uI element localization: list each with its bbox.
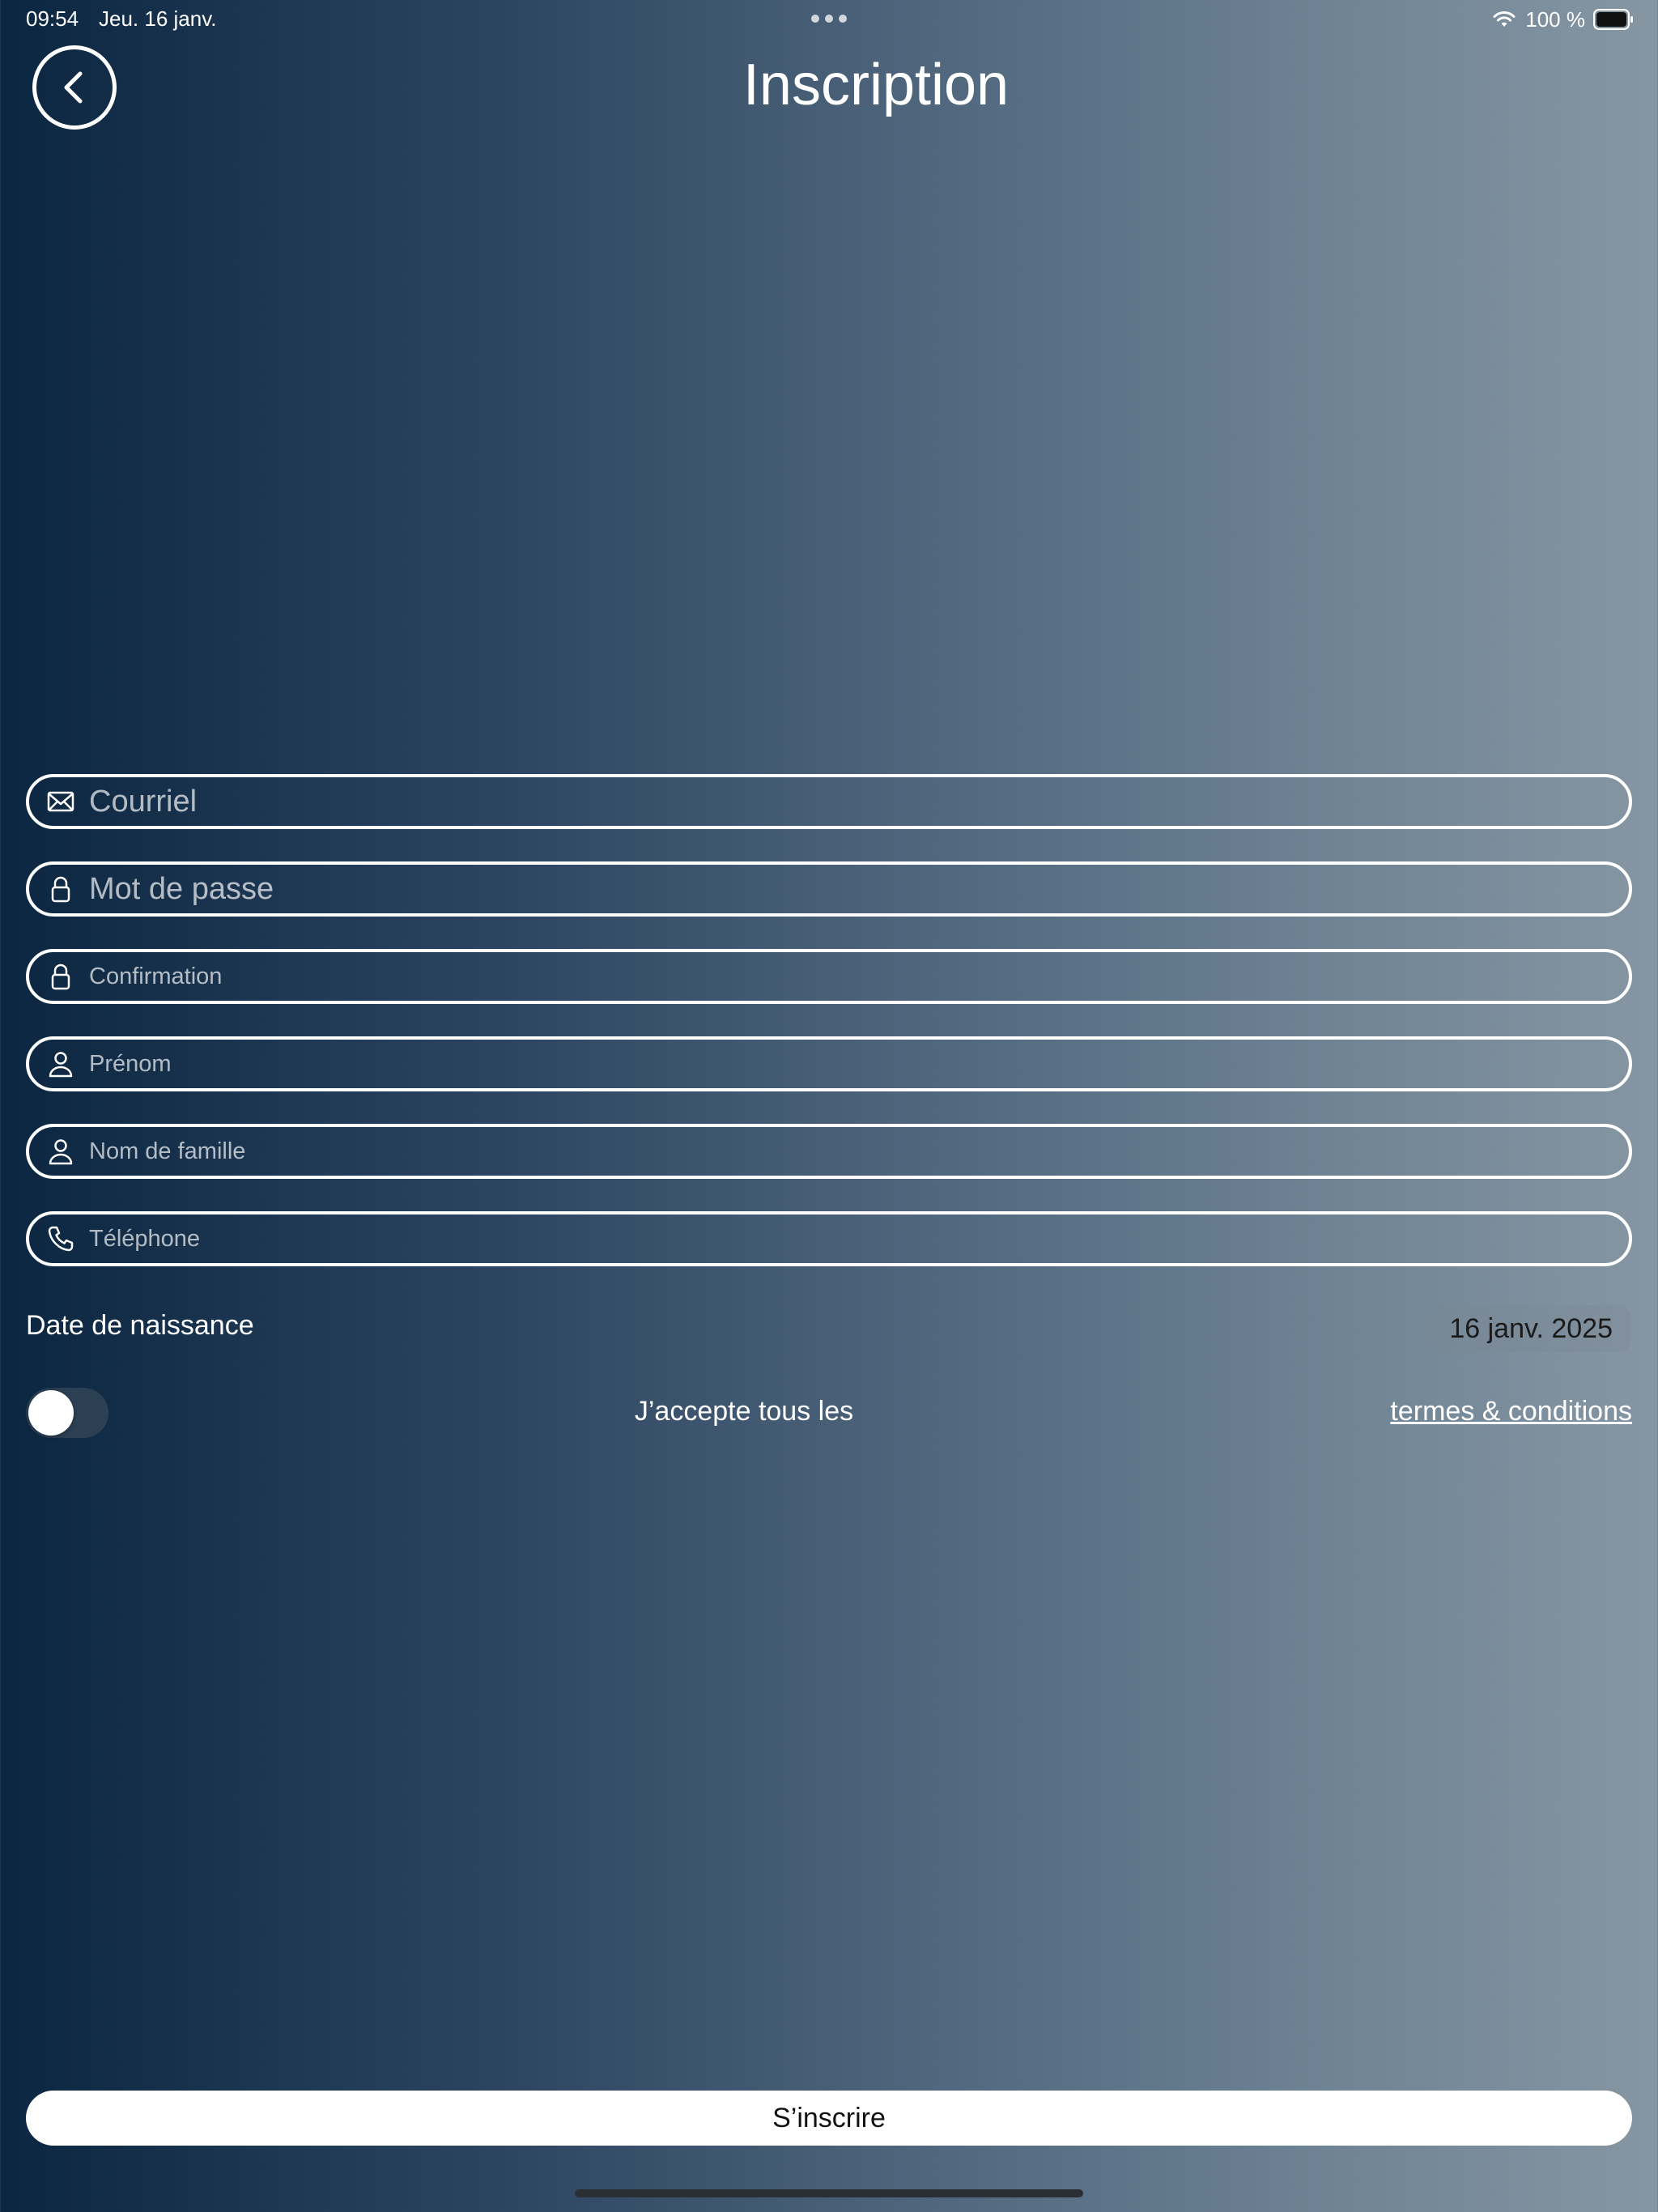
confirmation-field[interactable] bbox=[26, 949, 1632, 1004]
birth-date-label: Date de naissance bbox=[26, 1310, 254, 1341]
phone-input[interactable] bbox=[89, 1216, 1629, 1261]
status-indicators: 100 % bbox=[1491, 5, 1634, 34]
status-time: 09:54 bbox=[26, 6, 79, 31]
last-name-field[interactable] bbox=[26, 1124, 1632, 1179]
person-icon bbox=[44, 1134, 78, 1168]
first-name-input[interactable] bbox=[89, 1041, 1629, 1087]
person-icon bbox=[44, 1047, 78, 1081]
envelope-icon bbox=[44, 785, 78, 819]
lock-icon bbox=[44, 959, 78, 993]
multitasking-dots-icon[interactable] bbox=[811, 15, 847, 23]
signup-button[interactable]: S’inscrire bbox=[26, 2091, 1632, 2146]
home-indicator[interactable] bbox=[575, 2189, 1083, 2197]
status-date: Jeu. 16 janv. bbox=[99, 6, 217, 31]
wifi-icon bbox=[1493, 11, 1516, 27]
lock-icon bbox=[44, 872, 78, 906]
phone-icon bbox=[44, 1222, 78, 1256]
email-input[interactable] bbox=[89, 779, 1629, 824]
terms-link[interactable]: termes & conditions bbox=[1390, 1396, 1632, 1427]
page-title: Inscription bbox=[742, 53, 1010, 117]
password-field[interactable] bbox=[26, 861, 1632, 917]
confirmation-input[interactable] bbox=[89, 954, 1629, 999]
password-input[interactable] bbox=[89, 866, 1629, 912]
first-name-field[interactable] bbox=[26, 1036, 1632, 1091]
battery-icon bbox=[1593, 9, 1633, 30]
phone-field[interactable] bbox=[26, 1211, 1632, 1266]
terms-accept-text: J’accepte tous les bbox=[634, 1396, 854, 1427]
last-name-input[interactable] bbox=[89, 1129, 1629, 1174]
birth-date-picker[interactable]: 16 janv. 2025 bbox=[1431, 1305, 1630, 1352]
email-field[interactable] bbox=[26, 774, 1632, 829]
battery-percent: 100 % bbox=[1525, 6, 1585, 32]
status-bar: 09:54 Jeu. 16 janv. 100 % bbox=[0, 0, 1658, 39]
